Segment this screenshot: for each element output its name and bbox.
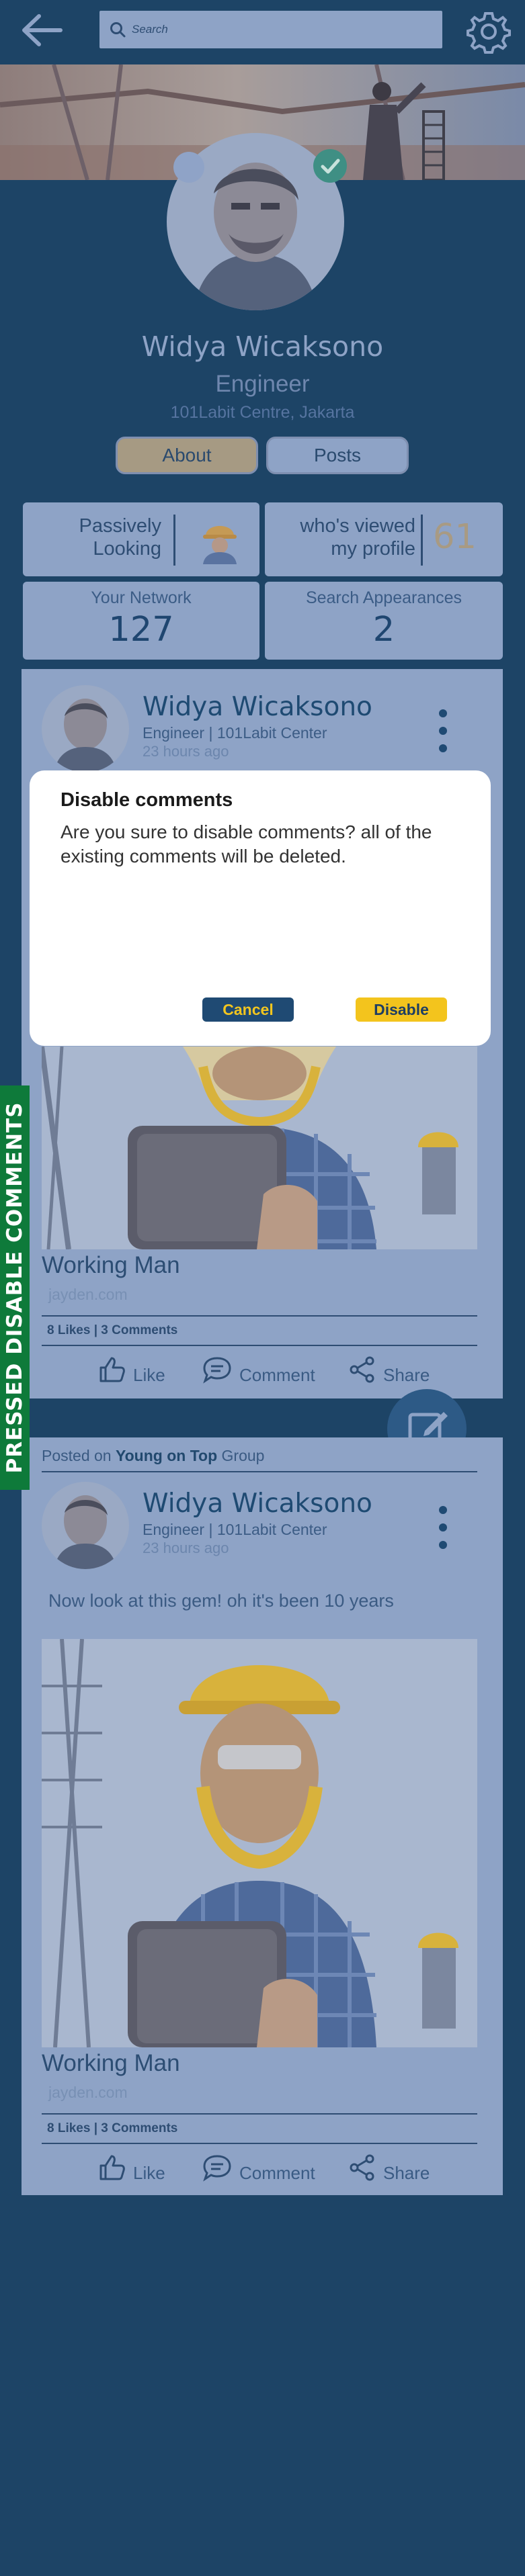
dialog-title: Disable comments — [60, 789, 233, 811]
disable-comments-dialog: Disable comments Are you sure to disable… — [30, 770, 491, 1046]
gear-icon — [467, 12, 511, 54]
post-author-subtitle: Engineer | 101Labit Center — [143, 1521, 327, 1538]
thumbs-up-icon — [99, 1357, 125, 1382]
posted-on-group[interactable]: Posted on Young on Top Group — [42, 1447, 264, 1465]
avatar-edit-badge[interactable] — [173, 152, 204, 183]
post-options-button[interactable] — [433, 704, 453, 758]
profile-location: 101Labit Centre, Jakarta — [170, 403, 355, 422]
post-options-button[interactable] — [433, 1501, 453, 1554]
post-timestamp: 23 hours ago — [143, 1540, 229, 1556]
stat-divider — [421, 515, 423, 566]
settings-button[interactable] — [465, 8, 512, 55]
job-status-card[interactable]: Passively Looking — [23, 502, 259, 576]
group-name[interactable]: Young on Top — [116, 1447, 217, 1464]
verified-badge — [313, 149, 347, 183]
comment-label: Comment — [239, 2162, 315, 2183]
post-author-name[interactable]: Widya Wicaksono — [143, 1489, 372, 1519]
network-card[interactable]: Your Network 127 — [23, 582, 259, 660]
disable-button[interactable]: Disable — [356, 997, 447, 1022]
search-appearances-label: Search Appearances — [305, 588, 462, 607]
posted-on-prefix: Posted on — [42, 1447, 112, 1464]
worker-icon — [203, 526, 237, 564]
network-label: Your Network — [91, 588, 192, 607]
divider — [42, 1471, 477, 1472]
check-icon — [321, 159, 340, 174]
comment-icon — [203, 2155, 231, 2182]
post-link-title[interactable]: Working Man — [42, 1252, 180, 1279]
divider — [42, 2113, 477, 2115]
divider — [42, 1345, 477, 1346]
post-link-domain: jayden.com — [48, 2084, 128, 2101]
post-counts[interactable]: 8 Likes | 3 Comments — [47, 2121, 177, 2136]
divider — [42, 2143, 477, 2144]
post-author-avatar[interactable] — [42, 685, 129, 772]
share-label: Share — [383, 1364, 430, 1385]
search-icon — [110, 22, 126, 38]
comment-label: Comment — [239, 1364, 315, 1385]
comment-button[interactable]: Comment — [202, 2153, 315, 2183]
post-link-title[interactable]: Working Man — [42, 2050, 180, 2077]
comment-button[interactable]: Comment — [202, 1356, 315, 1385]
share-button[interactable]: Share — [348, 1356, 430, 1385]
post-text: Now look at this gem! oh it's been 10 ye… — [48, 1591, 394, 1611]
search-appearances-count: 2 — [372, 610, 395, 650]
back-button[interactable] — [19, 9, 66, 51]
back-arrow-icon — [22, 14, 63, 46]
state-annotation-label: PRESSED DISABLE COMMENTS — [0, 1085, 30, 1490]
app-header — [0, 0, 525, 64]
post-timestamp: 23 hours ago — [143, 743, 229, 760]
post-link-domain: jayden.com — [48, 1286, 128, 1303]
post-card: Posted on Young on Top Group Widya Wicak… — [22, 1437, 503, 2195]
job-status-line1: Passively — [79, 515, 162, 537]
like-button[interactable]: Like — [98, 2153, 165, 2183]
post-author-name[interactable]: Widya Wicaksono — [143, 692, 372, 722]
post-author-avatar[interactable] — [42, 1482, 129, 1569]
stat-divider — [173, 515, 175, 566]
profile-title: Engineer — [215, 371, 310, 397]
viewers-line1: who's viewed — [300, 515, 415, 537]
viewers-line2: my profile — [331, 538, 415, 560]
share-icon — [350, 2154, 374, 2181]
search-appearances-card[interactable]: Search Appearances 2 — [265, 582, 503, 660]
like-button[interactable]: Like — [98, 1356, 165, 1385]
network-count: 127 — [108, 610, 174, 650]
viewers-count: 61 — [433, 517, 477, 557]
post-author-subtitle: Engineer | 101Labit Center — [143, 724, 327, 742]
share-icon — [350, 1356, 374, 1383]
search-input[interactable] — [132, 17, 428, 42]
search-bar[interactable] — [99, 11, 442, 48]
kebab-icon — [439, 709, 447, 752]
post-image[interactable] — [42, 1639, 477, 2047]
like-label: Like — [133, 1364, 165, 1385]
state-annotation-text: PRESSED DISABLE COMMENTS — [3, 1102, 27, 1474]
profile-viewers-card[interactable]: who's viewed my profile 61 — [265, 502, 503, 576]
job-status-line2: Looking — [93, 538, 161, 560]
like-label: Like — [133, 2162, 165, 2183]
post-counts[interactable]: 8 Likes | 3 Comments — [47, 1323, 177, 1338]
comment-icon — [203, 1357, 231, 1384]
divider — [42, 1315, 477, 1317]
tab-posts[interactable]: Posts — [266, 437, 409, 474]
profile-name: Widya Wicaksono — [141, 330, 384, 363]
dialog-message: Are you sure to disable comments? all of… — [60, 821, 432, 867]
cancel-button[interactable]: Cancel — [202, 997, 294, 1022]
post-image[interactable] — [42, 1047, 477, 1249]
share-label: Share — [383, 2162, 430, 2183]
tab-about[interactable]: About — [116, 437, 258, 474]
posted-on-suffix: Group — [221, 1447, 265, 1464]
kebab-icon — [439, 1506, 447, 1549]
thumbs-up-icon — [99, 2155, 125, 2180]
share-button[interactable]: Share — [348, 2153, 430, 2183]
